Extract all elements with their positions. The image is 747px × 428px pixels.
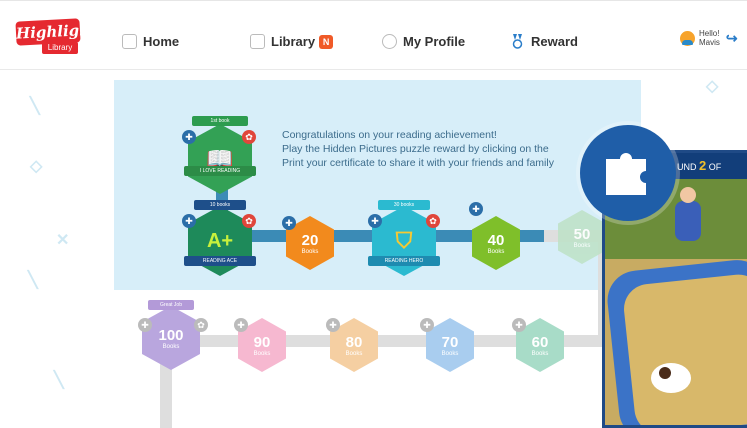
user-name: Mavis <box>699 38 720 47</box>
puzzle-piece-icon <box>606 153 646 195</box>
user-menu[interactable]: Hello! Mavis ↪ <box>680 29 738 47</box>
sparkle-decoration: ╲ <box>54 372 64 389</box>
certificate-icon[interactable]: ✿ <box>242 130 256 144</box>
sparkle-decoration: ✕ <box>56 232 70 249</box>
milestone-60-sub: Books <box>531 350 549 357</box>
puzzle-icon[interactable]: ✚ <box>469 202 483 216</box>
avatar <box>680 30 695 46</box>
milestone-50-sub: Books <box>573 242 591 249</box>
library-icon <box>250 34 265 49</box>
certificate-icon[interactable]: ✿ <box>242 214 256 228</box>
hello-text: Hello! <box>699 29 720 38</box>
new-badge: N <box>319 34 334 49</box>
nav-reward[interactable]: Reward <box>510 34 578 49</box>
congratulations-message: Congratulations on your reading achievem… <box>282 128 602 170</box>
logout-icon[interactable]: ↪ <box>726 30 738 47</box>
puzzle-icon[interactable]: ✚ <box>282 216 296 230</box>
nav-profile-label: My Profile <box>403 34 466 49</box>
game-dog-figure <box>651 363 691 393</box>
milestone-70-number: 70 <box>441 333 459 351</box>
nav-library-label: Library <box>271 34 316 49</box>
game-kid-figure <box>675 187 701 241</box>
certificate-icon[interactable]: ✿ <box>426 214 440 228</box>
game-sandbox <box>621 272 747 425</box>
highlights-library-logo[interactable]: Highlights Library <box>15 18 106 56</box>
reward-board: Congratulations on your reading achievem… <box>114 80 641 428</box>
milestone-40-number: 40 <box>487 231 505 249</box>
milestone-60-number: 60 <box>531 333 549 351</box>
nav-library[interactable]: Library N <box>250 34 334 49</box>
milestone-20-number: 20 <box>301 231 319 249</box>
puzzle-icon[interactable]: ✚ <box>368 214 382 228</box>
nav-reward-label: Reward <box>531 34 578 49</box>
milestone-90-number: 90 <box>253 333 271 351</box>
milestone-50-number: 50 <box>573 225 591 243</box>
label-great-job: Great Job <box>148 300 194 310</box>
hidden-pictures-puzzle-button[interactable] <box>580 125 676 221</box>
home-icon <box>122 34 137 49</box>
congrats-line-1: Congratulations on your reading achievem… <box>282 129 497 141</box>
medal-icon <box>510 34 525 49</box>
sparkle-decoration: ◇ <box>30 158 43 175</box>
puzzle-icon[interactable]: ✚ <box>326 318 340 332</box>
milestone-100-number: 100 <box>158 326 184 344</box>
sparkle-decoration: ╲ <box>30 98 40 115</box>
ribbon-reading-hero: READING HERO <box>368 256 440 266</box>
sparkle-decoration: ╲ <box>28 272 38 289</box>
profile-icon <box>382 34 397 49</box>
label-1st-book: 1st book <box>192 116 248 126</box>
puzzle-icon[interactable]: ✚ <box>138 318 152 332</box>
nav-my-profile[interactable]: My Profile <box>382 34 465 49</box>
puzzle-icon[interactable]: ✚ <box>420 318 434 332</box>
puzzle-icon[interactable]: ✚ <box>182 214 196 228</box>
milestone-40-sub: Books <box>487 248 505 255</box>
round-of: OF <box>708 162 722 172</box>
user-greeting: Hello! Mavis <box>699 29 720 47</box>
nav-home[interactable]: Home <box>122 34 179 49</box>
sparkle-decoration: ◇ <box>706 78 719 95</box>
label-10-books: 10 books <box>194 200 246 210</box>
milestone-80-sub: Books <box>345 350 363 357</box>
milestone-80-number: 80 <box>345 333 363 351</box>
shield-icon: ⛉ <box>395 228 413 253</box>
congrats-line-2: Play the Hidden Pictures puzzle reward b… <box>282 143 549 155</box>
puzzle-icon[interactable]: ✚ <box>234 318 248 332</box>
congrats-line-3: Print your certificate to share it with … <box>282 157 554 169</box>
puzzle-icon[interactable]: ✚ <box>512 318 526 332</box>
round-current: 2 <box>699 158 707 173</box>
milestone-90-sub: Books <box>253 350 271 357</box>
logo-sub: Library <box>42 42 78 54</box>
milestone-100-sub: Books <box>162 343 180 350</box>
puzzle-icon[interactable]: ✚ <box>182 130 196 144</box>
certificate-icon[interactable]: ✿ <box>194 318 208 332</box>
nav-home-label: Home <box>143 34 180 49</box>
milestone-70-sub: Books <box>441 350 459 357</box>
ribbon-i-love-reading: I LOVE READING <box>184 166 256 176</box>
milestone-20-sub: Books <box>301 248 319 255</box>
ribbon-reading-ace: READING ACE <box>184 256 256 266</box>
top-navigation-bar: Highlights Library Home Library N My Pro… <box>0 0 747 70</box>
label-30-books: 30 books <box>378 200 430 210</box>
milestone-10-badge: A+ <box>206 229 234 252</box>
round-label: UND <box>677 162 697 172</box>
